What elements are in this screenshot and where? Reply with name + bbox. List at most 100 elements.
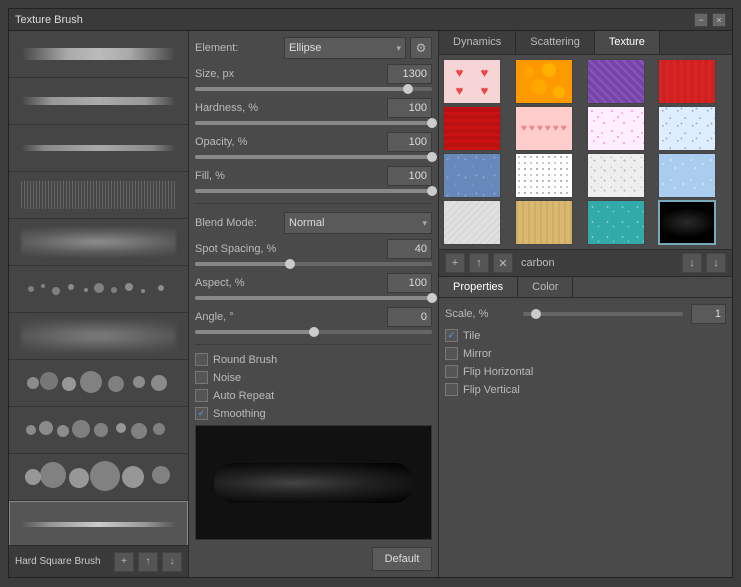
texture-cell[interactable] bbox=[443, 153, 501, 198]
fill-label: Fill, % bbox=[195, 170, 280, 182]
aspect-slider-thumb[interactable] bbox=[427, 293, 437, 303]
title-bar: Texture Brush − × bbox=[9, 9, 732, 31]
spot-spacing-label: Spot Spacing, % bbox=[195, 243, 280, 255]
opacity-slider-track[interactable] bbox=[195, 155, 432, 159]
hardness-slider-track[interactable] bbox=[195, 121, 432, 125]
spot-spacing-slider-track[interactable] bbox=[195, 262, 432, 266]
minimize-button[interactable]: − bbox=[694, 13, 708, 27]
spot-spacing-row: Spot Spacing, % 40 bbox=[195, 239, 432, 268]
angle-slider-fill bbox=[195, 330, 314, 334]
flip-h-checkbox-row[interactable]: Flip Horizontal bbox=[445, 365, 726, 378]
flip-v-checkbox-row[interactable]: Flip Vertical bbox=[445, 383, 726, 396]
spot-spacing-value[interactable]: 40 bbox=[387, 239, 432, 259]
default-button[interactable]: Default bbox=[372, 547, 432, 571]
scale-value[interactable]: 1 bbox=[691, 304, 726, 324]
upload-brush-button[interactable]: ↑ bbox=[138, 552, 158, 572]
mirror-checkbox[interactable] bbox=[445, 347, 458, 360]
blend-mode-value: Normal bbox=[289, 217, 324, 229]
size-slider-thumb[interactable] bbox=[403, 84, 413, 94]
close-button[interactable]: × bbox=[712, 13, 726, 27]
scale-slider-thumb[interactable] bbox=[531, 309, 541, 319]
brush-preview bbox=[19, 457, 179, 497]
aspect-value[interactable]: 100 bbox=[387, 273, 432, 293]
download-texture-button[interactable]: ↓ bbox=[682, 253, 702, 273]
angle-value[interactable]: 0 bbox=[387, 307, 432, 327]
list-item[interactable] bbox=[9, 78, 188, 125]
texture-cell[interactable] bbox=[515, 153, 573, 198]
texture-cell[interactable] bbox=[658, 106, 716, 151]
opacity-value[interactable]: 100 bbox=[387, 132, 432, 152]
hardness-slider-thumb[interactable] bbox=[427, 118, 437, 128]
texture-cell[interactable] bbox=[515, 200, 573, 245]
texture-cell[interactable] bbox=[443, 200, 501, 245]
opacity-slider-thumb[interactable] bbox=[427, 152, 437, 162]
spot-spacing-slider-fill bbox=[195, 262, 290, 266]
tile-checkbox[interactable]: ✓ bbox=[445, 329, 458, 342]
round-brush-checkbox-row[interactable]: Round Brush bbox=[195, 353, 432, 366]
list-item[interactable] bbox=[9, 501, 188, 545]
texture-cell[interactable]: ♥ ♥ ♥ ♥ bbox=[443, 59, 501, 104]
texture-cell[interactable] bbox=[587, 200, 645, 245]
hardness-value[interactable]: 100 bbox=[387, 98, 432, 118]
round-brush-checkbox[interactable] bbox=[195, 353, 208, 366]
noise-checkbox-row[interactable]: Noise bbox=[195, 371, 432, 384]
texture-cell[interactable] bbox=[658, 59, 716, 104]
list-item[interactable] bbox=[9, 219, 188, 266]
aspect-slider-track[interactable] bbox=[195, 296, 432, 300]
list-item[interactable] bbox=[9, 360, 188, 407]
scale-slider[interactable] bbox=[523, 312, 683, 316]
texture-cell[interactable] bbox=[658, 153, 716, 198]
list-item[interactable] bbox=[9, 31, 188, 78]
size-value[interactable]: 1300 bbox=[387, 64, 432, 84]
fill-value[interactable]: 100 bbox=[387, 166, 432, 186]
list-item[interactable] bbox=[9, 266, 188, 313]
list-item[interactable] bbox=[9, 454, 188, 501]
angle-row: Angle, ° 0 bbox=[195, 307, 432, 336]
blend-mode-dropdown[interactable]: Normal ▾ bbox=[284, 212, 432, 234]
upload-texture-button[interactable]: ↑ bbox=[469, 253, 489, 273]
tab-scattering[interactable]: Scattering bbox=[516, 31, 595, 54]
list-item[interactable] bbox=[9, 172, 188, 219]
scale-label: Scale, % bbox=[445, 308, 515, 320]
size-slider-track[interactable] bbox=[195, 87, 432, 91]
texture-cell-selected[interactable] bbox=[658, 200, 716, 245]
download2-texture-button[interactable]: ↓ bbox=[706, 253, 726, 273]
add-texture-button[interactable]: + bbox=[445, 253, 465, 273]
list-item[interactable] bbox=[9, 125, 188, 172]
footer-icons: + ↑ ↓ bbox=[114, 552, 182, 572]
angle-slider-thumb[interactable] bbox=[309, 327, 319, 337]
sub-tab-color[interactable]: Color bbox=[518, 277, 573, 297]
fill-slider-thumb[interactable] bbox=[427, 186, 437, 196]
spot-spacing-slider-thumb[interactable] bbox=[285, 259, 295, 269]
auto-repeat-checkbox-row[interactable]: Auto Repeat bbox=[195, 389, 432, 402]
texture-cell[interactable] bbox=[587, 106, 645, 151]
gear-button[interactable]: ⚙ bbox=[410, 37, 432, 59]
list-item[interactable] bbox=[9, 407, 188, 454]
tile-checkbox-row[interactable]: ✓ Tile bbox=[445, 329, 726, 342]
list-item[interactable] bbox=[9, 313, 188, 360]
brush-preview bbox=[19, 222, 179, 262]
download-brush-button[interactable]: ↓ bbox=[162, 552, 182, 572]
smoothing-checkbox[interactable]: ✓ bbox=[195, 407, 208, 420]
texture-cell[interactable] bbox=[587, 153, 645, 198]
texture-cell[interactable] bbox=[587, 59, 645, 104]
angle-slider-track[interactable] bbox=[195, 330, 432, 334]
add-brush-button[interactable]: + bbox=[114, 552, 134, 572]
mirror-checkbox-row[interactable]: Mirror bbox=[445, 347, 726, 360]
tab-dynamics[interactable]: Dynamics bbox=[439, 31, 516, 54]
aspect-slider-top: Aspect, % 100 bbox=[195, 273, 432, 293]
texture-cell[interactable]: ♥ ♥ ♥ ♥ ♥ ♥ bbox=[515, 106, 573, 151]
tab-texture[interactable]: Texture bbox=[595, 31, 660, 54]
auto-repeat-checkbox[interactable] bbox=[195, 389, 208, 402]
flip-h-checkbox[interactable] bbox=[445, 365, 458, 378]
noise-checkbox[interactable] bbox=[195, 371, 208, 384]
sub-tab-properties[interactable]: Properties bbox=[439, 277, 518, 297]
texture-cell[interactable] bbox=[515, 59, 573, 104]
texture-cell[interactable] bbox=[443, 106, 501, 151]
smoothing-checkbox-row[interactable]: ✓ Smoothing bbox=[195, 407, 432, 420]
right-panel: Dynamics Scattering Texture ♥ ♥ ♥ ♥ bbox=[439, 31, 732, 577]
fill-slider-track[interactable] bbox=[195, 189, 432, 193]
delete-texture-button[interactable]: ✕ bbox=[493, 253, 513, 273]
flip-v-checkbox[interactable] bbox=[445, 383, 458, 396]
element-dropdown[interactable]: Ellipse ▾ bbox=[284, 37, 406, 59]
